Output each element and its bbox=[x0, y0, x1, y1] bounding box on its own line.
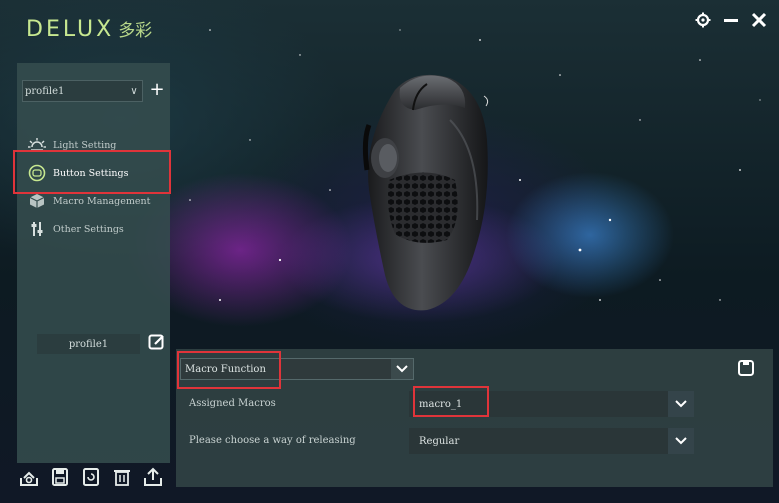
import-icon[interactable] bbox=[18, 466, 40, 488]
sidebar: profile1 ∨ + Light Setting Button Settin… bbox=[17, 63, 170, 463]
add-profile-button[interactable]: + bbox=[148, 80, 166, 102]
brand-name: DELUX bbox=[26, 17, 115, 42]
minimize-icon[interactable] bbox=[723, 12, 739, 33]
restore-icon[interactable] bbox=[80, 466, 102, 488]
sidebar-item-label: Light Setting bbox=[53, 139, 117, 151]
save-profile-icon[interactable] bbox=[49, 466, 71, 488]
sliders-icon bbox=[27, 220, 47, 238]
assigned-macros-label: Assigned Macros bbox=[189, 398, 276, 409]
mouse-product-image bbox=[362, 74, 488, 311]
release-mode-label: Please choose a way of releasing bbox=[189, 435, 356, 446]
close-icon[interactable] bbox=[751, 12, 767, 33]
sidebar-item-label: Macro Management bbox=[53, 195, 151, 207]
chevron-down-icon bbox=[391, 359, 413, 379]
brand-name-cn: 多彩 bbox=[118, 21, 153, 41]
window-controls bbox=[695, 12, 767, 33]
highlight-button-settings bbox=[13, 150, 171, 194]
profile-dropdown-value: profile1 bbox=[25, 85, 65, 97]
app-logo: DELUX 多彩 bbox=[26, 16, 152, 42]
profile-name-field[interactable]: profile1 bbox=[37, 334, 140, 354]
highlight-assigned-macro bbox=[413, 386, 489, 417]
export-icon[interactable] bbox=[142, 466, 164, 488]
chevron-down-icon bbox=[668, 428, 694, 454]
edit-profile-name-icon[interactable] bbox=[148, 333, 166, 353]
profile-dropdown[interactable]: profile1 ∨ bbox=[22, 80, 143, 102]
sidebar-toolbar bbox=[18, 466, 164, 488]
chevron-down-icon: ∨ bbox=[130, 85, 138, 97]
highlight-macro-function bbox=[177, 351, 281, 389]
release-mode-dropdown[interactable]: Regular bbox=[409, 428, 694, 454]
sidebar-item-other-settings[interactable]: Other Settings bbox=[25, 215, 165, 243]
release-mode-value: Regular bbox=[419, 435, 460, 447]
delete-trash-icon[interactable] bbox=[111, 466, 133, 488]
save-icon[interactable] bbox=[737, 359, 755, 377]
settings-gear-icon[interactable] bbox=[695, 12, 711, 33]
sidebar-item-label: Other Settings bbox=[53, 223, 124, 235]
chevron-down-icon bbox=[668, 391, 694, 417]
cube-icon bbox=[27, 192, 47, 210]
